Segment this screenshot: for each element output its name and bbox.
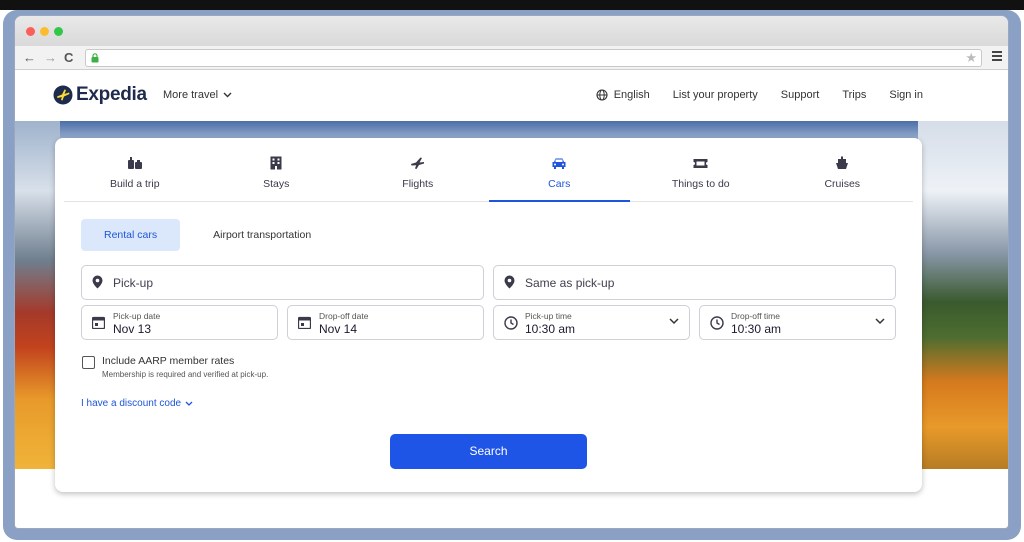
more-travel-menu[interactable]: More travel xyxy=(163,89,232,101)
clock-icon xyxy=(504,316,518,330)
pickup-date-label: Pick-up date xyxy=(113,311,161,321)
dropoff-date-field[interactable]: Drop-off date Nov 14 xyxy=(287,305,484,340)
car-type-toggle: Rental cars Airport transportation xyxy=(81,219,334,251)
rental-cars-pill[interactable]: Rental cars xyxy=(81,219,181,251)
aarp-option: Include AARP member rates Membership is … xyxy=(82,355,268,379)
tab-label: Things to do xyxy=(671,178,730,190)
dropoff-time-select[interactable]: Drop-off time 10:30 am xyxy=(699,305,896,340)
dropoff-time-value: 10:30 am xyxy=(731,322,782,336)
ticket-icon xyxy=(693,155,708,171)
support-link[interactable]: Support xyxy=(781,89,820,101)
dropoff-date-label: Drop-off date xyxy=(319,311,369,321)
trips-label: Trips xyxy=(842,89,867,101)
tab-label: Cruises xyxy=(824,178,861,190)
list-property-link[interactable]: List your property xyxy=(673,89,758,101)
forward-button[interactable]: → xyxy=(44,50,57,66)
back-button[interactable]: ← xyxy=(23,50,36,66)
tab-cruises[interactable]: Cruises xyxy=(772,138,914,201)
logo-text: Expedia xyxy=(76,84,147,105)
tab-label: Flights xyxy=(402,178,434,190)
dropoff-placeholder: Same as pick-up xyxy=(525,276,615,290)
top-black-strip xyxy=(0,0,1024,10)
ship-icon xyxy=(835,155,849,171)
tab-label: Stays xyxy=(263,178,290,190)
dropoff-time-label: Drop-off time xyxy=(731,311,780,321)
building-icon xyxy=(270,155,282,171)
address-bar[interactable]: ★ xyxy=(85,49,982,67)
expedia-logo-icon xyxy=(53,85,73,105)
language-label: English xyxy=(613,89,650,101)
chevron-down-icon xyxy=(669,318,679,325)
more-travel-label: More travel xyxy=(163,89,219,101)
pickup-time-value: 10:30 am xyxy=(525,322,576,336)
aarp-label: Include AARP member rates xyxy=(102,355,235,367)
tab-label: Cars xyxy=(548,178,571,190)
airport-transportation-pill[interactable]: Airport transportation xyxy=(190,219,334,251)
expedia-logo[interactable]: Expedia xyxy=(53,84,147,106)
close-window-button[interactable] xyxy=(26,27,35,36)
dropoff-date-value: Nov 14 xyxy=(319,322,358,336)
tab-build-a-trip[interactable]: Build a trip xyxy=(64,138,206,201)
dropoff-location-field[interactable]: Same as pick-up xyxy=(493,265,896,300)
header-nav: English List your property Support Trips… xyxy=(596,89,923,101)
globe-icon xyxy=(596,89,608,101)
sign-in-link[interactable]: Sign in xyxy=(889,89,923,101)
clock-icon xyxy=(710,316,724,330)
support-label: Support xyxy=(780,89,820,101)
tab-cars[interactable]: Cars xyxy=(488,138,631,202)
tab-label: Build a trip xyxy=(109,178,160,190)
aarp-sublabel: Membership is required and verified at p… xyxy=(102,370,269,379)
browser-toolbar: ← → C ★ xyxy=(15,46,1008,70)
sign-in-label: Sign in xyxy=(889,89,923,101)
calendar-icon xyxy=(298,316,311,329)
chevron-down-icon xyxy=(875,318,885,325)
pickup-time-select[interactable]: Pick-up time 10:30 am xyxy=(493,305,690,340)
search-card: Build a trip Stays Flights Cars Things t… xyxy=(55,138,922,492)
browser-window: ← → C ★ Expedia More travel English List… xyxy=(14,15,1009,529)
lock-icon xyxy=(91,53,99,63)
minimize-window-button[interactable] xyxy=(40,27,49,36)
aarp-text: Include AARP member rates Membership is … xyxy=(102,355,268,379)
title-bar xyxy=(15,16,1008,46)
maximize-window-button[interactable] xyxy=(54,27,63,36)
pickup-time-label: Pick-up time xyxy=(525,311,572,321)
car-icon xyxy=(551,155,567,171)
tab-things-to-do[interactable]: Things to do xyxy=(630,138,772,201)
bookmark-star-icon[interactable]: ★ xyxy=(965,50,977,66)
list-property-label: List your property xyxy=(672,89,758,101)
chevron-down-icon xyxy=(223,92,232,98)
pickup-location-field[interactable]: Pick-up xyxy=(81,265,484,300)
hero-right-foliage xyxy=(918,121,1008,469)
browser-menu-icon[interactable] xyxy=(992,51,1002,63)
search-button[interactable]: Search xyxy=(390,434,587,469)
travel-tabs: Build a trip Stays Flights Cars Things t… xyxy=(64,138,913,202)
plane-icon xyxy=(410,155,425,171)
pickup-date-value: Nov 13 xyxy=(113,322,152,336)
trips-link[interactable]: Trips xyxy=(842,89,866,101)
pickup-date-field[interactable]: Pick-up date Nov 13 xyxy=(81,305,278,340)
discount-code-label: I have a discount code xyxy=(81,398,182,409)
tab-stays[interactable]: Stays xyxy=(206,138,348,201)
location-pin-icon xyxy=(504,275,515,289)
language-selector[interactable]: English xyxy=(596,89,650,101)
reload-button[interactable]: C xyxy=(64,50,73,66)
discount-code-toggle[interactable]: I have a discount code xyxy=(81,398,193,409)
tab-flights[interactable]: Flights xyxy=(347,138,489,201)
aarp-checkbox[interactable] xyxy=(82,356,95,369)
build-trip-icon xyxy=(127,155,143,171)
chevron-down-icon xyxy=(185,401,193,406)
site-header: Expedia More travel English List your pr… xyxy=(15,71,1008,123)
location-pin-icon xyxy=(92,275,103,289)
calendar-icon xyxy=(92,316,105,329)
hero-left-foliage xyxy=(15,121,60,469)
pickup-placeholder: Pick-up xyxy=(113,276,154,290)
